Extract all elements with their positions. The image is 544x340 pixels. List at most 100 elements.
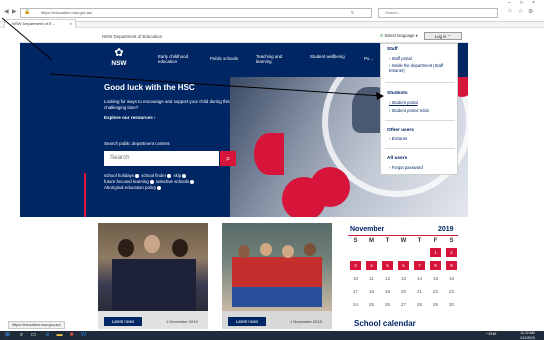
calendar-day[interactable]: 26	[382, 300, 393, 309]
calendar-day[interactable]: 22	[430, 287, 441, 296]
refresh-icon[interactable]: ↻	[351, 10, 354, 15]
tab-close-icon[interactable]: ×	[70, 21, 72, 26]
quicklink-future-focused[interactable]: future focused learning	[104, 179, 149, 184]
calendar-day[interactable]: 25	[366, 300, 377, 309]
browser-tab[interactable]: NSW Department of E... ×	[4, 19, 76, 28]
calendar-day[interactable]: 12	[382, 274, 393, 283]
calendar-day[interactable]: 7	[414, 261, 425, 270]
home-icon[interactable]: ⌂	[508, 8, 512, 14]
arrow-right-icon: ›	[154, 115, 156, 120]
hero-explore-link[interactable]: Explore our resources ›	[104, 115, 156, 120]
calendar-weekday: T	[385, 238, 390, 244]
dropdown-forgot-password[interactable]: › Forgot password	[389, 165, 423, 170]
dropdown-student-inbin[interactable]: › Student portal: Inbin	[389, 108, 429, 113]
nsw-logo[interactable]: ✿ NSW	[106, 47, 132, 73]
calendar-month: November	[350, 226, 385, 233]
minimize-icon[interactable]: –	[508, 0, 511, 6]
nav-public-schools[interactable]: Public schools	[210, 56, 256, 61]
nav-early-childhood[interactable]: Early childhood education	[158, 54, 204, 64]
quicklink-skip[interactable]: skip	[173, 173, 181, 178]
calendar-day[interactable]: 29	[430, 300, 441, 309]
clock-date: 1/11/2019	[520, 335, 535, 340]
calendar-day[interactable]: 3	[350, 261, 361, 270]
hero-search-button[interactable]: ⌕	[220, 151, 236, 166]
calendar-day[interactable]: 28	[414, 300, 425, 309]
news-card[interactable]: Latest news 1 December 2019	[98, 223, 208, 329]
close-window-icon[interactable]: ×	[532, 0, 535, 6]
calendar-day[interactable]: 6	[398, 261, 409, 270]
hero-search-placeholder: Search	[110, 154, 130, 161]
calendar-day[interactable]: 15	[430, 274, 441, 283]
calendar-day[interactable]: 13	[398, 274, 409, 283]
calendar-day[interactable]: 17	[350, 287, 361, 296]
task-view-icon[interactable]: ▭	[30, 332, 37, 339]
calendar-day[interactable]: 8	[430, 261, 441, 270]
calendar-year: 2019	[438, 226, 454, 233]
logo-text: NSW	[111, 60, 127, 67]
dropdown-student-portal-label: Student portal	[391, 100, 418, 105]
latest-news-button[interactable]: Latest news	[104, 317, 142, 326]
calendar-footer[interactable]: School calendar	[354, 319, 416, 328]
quicklink-selective-schools[interactable]: selective schools	[156, 179, 189, 184]
browser-search-input[interactable]: Search...	[378, 8, 498, 18]
news-date: 1 December 2019	[166, 319, 198, 324]
address-bar[interactable]: 🔒 https://education.nsw.gov.au/ ↻	[20, 8, 372, 18]
calendar-day[interactable]: 14	[414, 274, 425, 283]
favorites-star-icon[interactable]: ☆	[518, 8, 523, 15]
language-select[interactable]: G Select language ▾	[380, 33, 418, 38]
calendar-weekday: S	[449, 238, 454, 244]
tab-title: NSW Department of E...	[12, 21, 55, 26]
nav-student-wellbeing[interactable]: Student wellbeing	[310, 54, 346, 59]
calendar-day[interactable]: 20	[398, 287, 409, 296]
windows-start-icon[interactable]: ⊞	[4, 332, 11, 339]
calendar-day[interactable]: 19	[382, 287, 393, 296]
clock-time: 11:22 AM	[520, 331, 535, 335]
calendar-day[interactable]: 4	[366, 261, 377, 270]
calendar-day[interactable]: 18	[366, 287, 377, 296]
gear-icon[interactable]: ⚙	[528, 8, 533, 15]
news-photo-team	[222, 223, 332, 311]
person-head	[238, 245, 250, 258]
calendar-day[interactable]: 30	[446, 300, 457, 309]
calendar-day[interactable]: 10	[350, 274, 361, 283]
search-icon[interactable]: ⌕	[18, 332, 25, 339]
calendar-day[interactable]: 16	[446, 274, 457, 283]
nav-teaching-learning[interactable]: Teaching and learning	[256, 54, 292, 64]
system-tray[interactable]: ^ ENG	[486, 332, 496, 336]
arrow-circle-icon	[190, 179, 195, 184]
edge-browser-icon[interactable]: e	[44, 332, 51, 339]
login-button[interactable]: Log in ⌃	[424, 32, 462, 40]
store-icon[interactable]: ■	[68, 332, 75, 339]
search-icon: ⌕	[225, 154, 231, 163]
dropdown-staff-portal[interactable]: › Staff portal	[389, 56, 412, 61]
maximize-icon[interactable]: □	[520, 0, 523, 6]
calendar-day[interactable]: 5	[382, 261, 393, 270]
calendar-weekday: W	[400, 238, 407, 244]
calendar-day[interactable]: 24	[350, 300, 361, 309]
calendar-day[interactable]: 23	[446, 287, 457, 296]
file-explorer-icon[interactable]: ▬	[56, 332, 63, 339]
word-icon[interactable]: W	[80, 332, 87, 339]
dropdown-forgot-password-label: Forgot password	[391, 165, 423, 170]
dropdown-extranet[interactable]: › Extranet	[389, 136, 407, 141]
quicklink-school-finder[interactable]: school finder	[141, 173, 166, 178]
calendar-day[interactable]: 21	[414, 287, 425, 296]
quicklink-school-holidays[interactable]: school holidays	[104, 173, 134, 178]
quicklink-aboriginal-policy[interactable]: Aboriginal education policy	[104, 185, 156, 190]
back-arrow-icon[interactable]: ◀	[4, 8, 9, 15]
calendar-day[interactable]: 9	[446, 261, 457, 270]
calendar-day[interactable]: 2	[446, 248, 457, 257]
latest-news-button[interactable]: Latest news	[228, 317, 266, 326]
group-uniforms	[112, 259, 196, 311]
calendar-day[interactable]: 27	[398, 300, 409, 309]
clock[interactable]: 11:22 AM 1/11/2019	[520, 331, 535, 340]
forward-arrow-icon[interactable]: ▶	[12, 8, 17, 15]
dropdown-student-portal[interactable]: › Student portal	[389, 100, 418, 105]
dropdown-staff-intranet[interactable]: › Inside the department (Staff Intranet)	[389, 63, 453, 73]
calendar-day[interactable]: 11	[366, 274, 377, 283]
hero-search-input[interactable]: Search	[104, 151, 219, 166]
dropdown-divider	[385, 148, 455, 149]
calendar-day[interactable]: 1	[430, 248, 441, 257]
news-card[interactable]: Latest news 1 November 2019	[222, 223, 332, 329]
hero-red-shape	[254, 133, 284, 175]
